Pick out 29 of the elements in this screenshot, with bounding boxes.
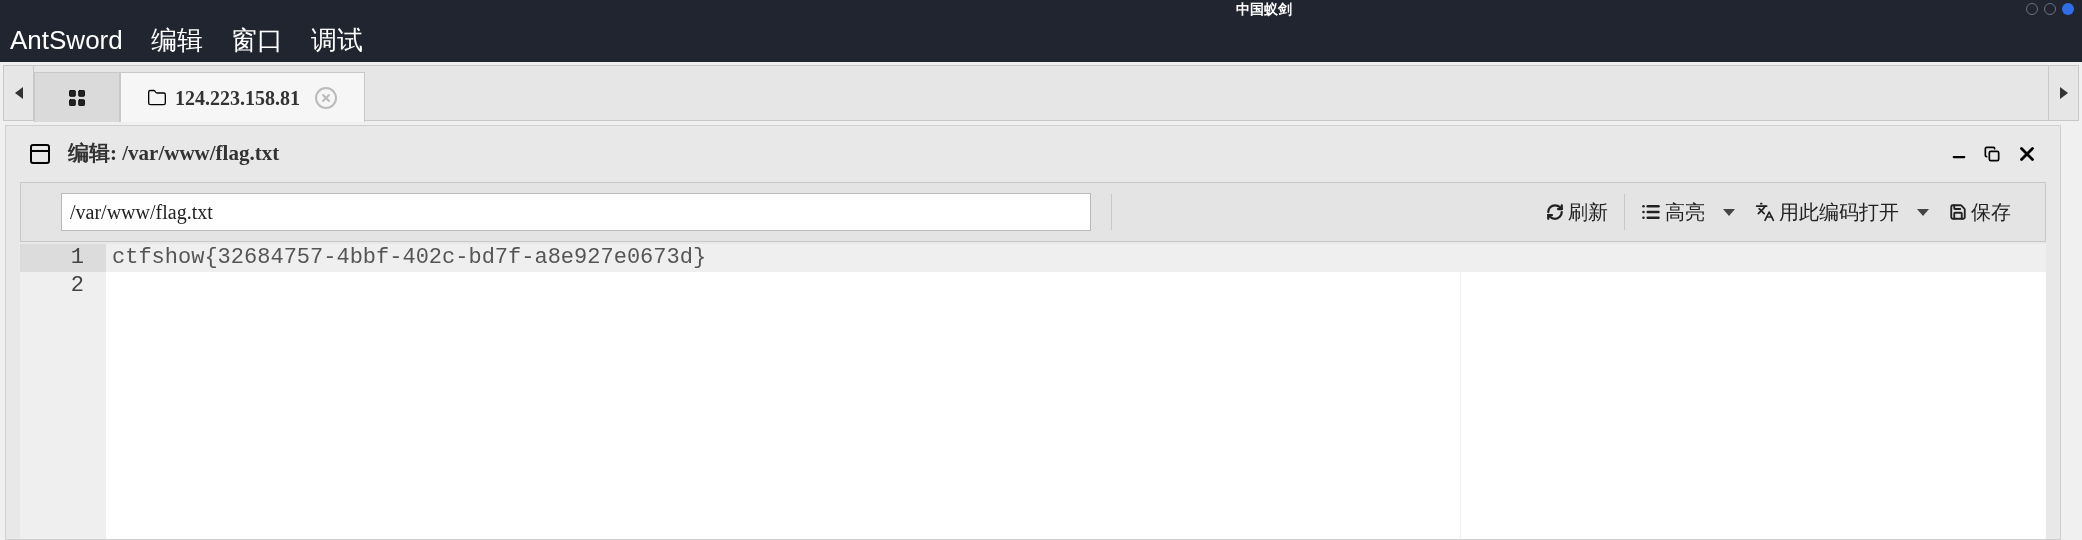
grid-icon <box>67 87 87 108</box>
line-number: 2 <box>69 272 85 300</box>
menu-item[interactable]: 调试 <box>310 27 363 53</box>
restore-icon[interactable] <box>1984 146 2000 162</box>
panel-title: 编辑: /var/www/flag.txt <box>68 140 280 168</box>
toolbar-button[interactable]: 保存 <box>1939 192 2021 232</box>
window-icon <box>28 142 52 166</box>
tab-label: 124.223.158.81 <box>175 85 300 111</box>
tab[interactable]: 124.223.158.81 <box>120 72 365 122</box>
save-icon <box>1949 203 1967 221</box>
refresh-icon <box>1546 203 1564 221</box>
path-field[interactable]: /var/www/flag.txt <box>61 193 1091 231</box>
toolbar-button[interactable]: 高亮 <box>1631 192 1745 232</box>
tab[interactable] <box>34 72 120 122</box>
window-title: 中国蚁剑 <box>1236 0 1292 18</box>
toolbar-button[interactable]: 刷新 <box>1536 192 1618 232</box>
list-icon <box>1641 202 1661 222</box>
translate-icon <box>1755 202 1775 222</box>
menu-item[interactable]: 窗口 <box>230 27 283 53</box>
line-number: 1 <box>20 244 106 272</box>
left-triangle-icon <box>14 87 23 99</box>
caret-icon <box>1723 208 1735 216</box>
window-control-icon[interactable] <box>2062 3 2074 15</box>
menu-item[interactable]: 编辑 <box>150 27 203 53</box>
caret-icon <box>1917 208 1929 216</box>
toolbar-button[interactable]: 用此编码打开 <box>1745 192 1939 232</box>
folder-icon <box>147 87 167 108</box>
right-triangle-icon <box>2059 87 2068 99</box>
menu-item[interactable]: AntSword <box>10 27 123 53</box>
